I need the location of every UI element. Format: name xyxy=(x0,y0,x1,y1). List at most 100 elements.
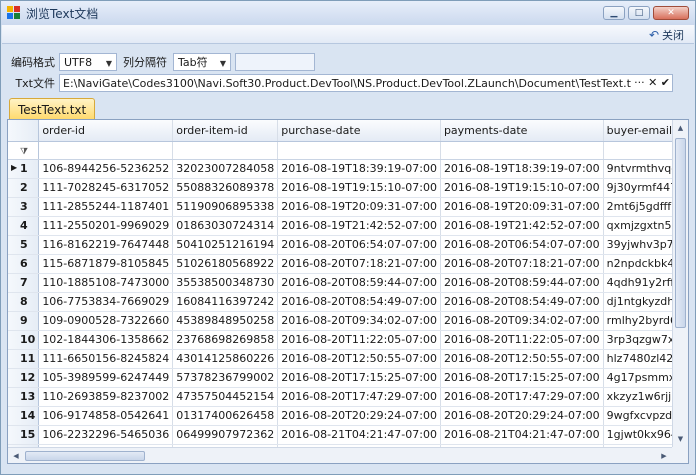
purchase-date-cell[interactable]: 2016-08-20T08:54:49-07:00 xyxy=(277,292,441,312)
table-row[interactable]: 5 116-8162219-7647448 50410251216194 2016-0… xyxy=(8,235,672,255)
order-id-cell[interactable]: 111-6650156-8245824 xyxy=(38,349,174,369)
file-path-buttons[interactable]: ··· ✕ ✔ xyxy=(631,76,670,89)
table-row[interactable]: 4 111-2550201-9969029 01863030724314 2016-0… xyxy=(8,216,672,236)
payments-date-cell[interactable]: 2016-08-19T20:09:31-07:00 xyxy=(440,197,604,217)
row-indicator[interactable]: 3 xyxy=(8,197,40,217)
buyer-email-cell[interactable]: qxmjzgxtn5xf62n@marketplace.a xyxy=(603,216,672,236)
scroll-up-icon[interactable]: ▲ xyxy=(673,120,688,136)
filter-cell[interactable] xyxy=(277,141,441,160)
order-item-id-cell[interactable]: 51026180568922 xyxy=(172,254,279,274)
order-item-id-cell[interactable]: 32023007284058 xyxy=(172,159,279,179)
horizontal-scrollbar[interactable]: ◀ ▶ xyxy=(8,447,672,463)
column-header-order-id[interactable]: order-id xyxy=(38,120,174,142)
purchase-date-cell[interactable]: 2016-08-19T20:09:31-07:00 xyxy=(277,197,441,217)
row-indicator[interactable]: 9 xyxy=(8,311,40,331)
purchase-date-cell[interactable]: 2016-08-20T20:29:24-07:00 xyxy=(277,406,441,426)
row-indicator[interactable]: 13 xyxy=(8,387,40,407)
column-header-order-item-id[interactable]: order-item-id xyxy=(172,120,279,142)
column-header-buyer-email[interactable]: buyer-email xyxy=(603,120,672,142)
purchase-date-cell[interactable]: 2016-08-20T09:34:02-07:00 xyxy=(277,311,441,331)
row-indicator[interactable]: 7 xyxy=(8,273,40,293)
buyer-email-cell[interactable]: n2npdckbk400mSh@marketplace. xyxy=(603,254,672,274)
column-header-purchase-date[interactable]: purchase-date xyxy=(277,120,441,142)
payments-date-cell[interactable]: 2016-08-20T08:59:44-07:00 xyxy=(440,273,604,293)
row-indicator[interactable]: 8 xyxy=(8,292,40,312)
buyer-email-cell[interactable]: 9wgfxcvpzdb83v0@marketplace.a xyxy=(603,406,672,426)
separator-select[interactable]: Tab符 ▼ xyxy=(173,53,231,71)
title-bar[interactable]: 浏览Text文档 ▁ □ ✕ xyxy=(1,1,695,25)
order-item-id-cell[interactable]: 35538500348730 xyxy=(172,273,279,293)
order-id-cell[interactable]: 111-7028245-6317052 xyxy=(38,178,174,198)
filter-cell[interactable] xyxy=(172,141,279,160)
buyer-email-cell[interactable]: 9j30yrmf447gs0r@marketplace.a xyxy=(603,178,672,198)
payments-date-cell[interactable]: 2016-08-20T07:18:21-07:00 xyxy=(440,254,604,274)
buyer-email-cell[interactable]: xkzyz1w6rjjb5d3@marketplace.an xyxy=(603,387,672,407)
scroll-right-icon[interactable]: ▶ xyxy=(656,448,672,464)
buyer-email-cell[interactable]: hlz7480zl42kxp7@marketplace.a xyxy=(603,349,672,369)
order-id-cell[interactable]: 115-6871879-8105845 xyxy=(38,254,174,274)
minimize-button[interactable]: ▁ xyxy=(603,6,625,20)
row-indicator[interactable]: 6 xyxy=(8,254,40,274)
payments-date-cell[interactable]: 2016-08-19T18:39:19-07:00 xyxy=(440,159,604,179)
vertical-scroll-thumb[interactable] xyxy=(675,138,686,328)
payments-date-cell[interactable]: 2016-08-20T06:54:07-07:00 xyxy=(440,235,604,255)
purchase-date-cell[interactable]: 2016-08-20T11:22:05-07:00 xyxy=(277,330,441,350)
table-row[interactable]: 13 110-2693859-8237002 47357504452154 2016-… xyxy=(8,387,672,407)
buyer-email-cell[interactable]: 3rp3qzgw7x9v5dh@marketplace.a xyxy=(603,330,672,350)
row-indicator[interactable]: 12 xyxy=(8,368,40,388)
table-row[interactable]: 15 106-2232296-5465036 06499907972362 2016-… xyxy=(8,425,672,445)
payments-date-cell[interactable]: 2016-08-20T12:50:55-07:00 xyxy=(440,349,604,369)
order-item-id-cell[interactable]: 01863030724314 xyxy=(172,216,279,236)
table-row[interactable]: 8 106-7753834-7669029 16084116397242 2016-0… xyxy=(8,292,672,312)
row-indicator[interactable]: 2 xyxy=(8,178,40,198)
row-indicator[interactable]: 4 xyxy=(8,216,40,236)
order-item-id-cell[interactable]: 16084116397242 xyxy=(172,292,279,312)
table-row[interactable]: 11 111-6650156-8245824 43014125860226 2016-… xyxy=(8,349,672,369)
table-row[interactable]: 7 110-1885108-7473000 35538500348730 2016-0… xyxy=(8,273,672,293)
table-row[interactable]: 6 115-6871879-8105845 51026180568922 2016-0… xyxy=(8,254,672,274)
order-item-id-cell[interactable]: 43014125860226 xyxy=(172,349,279,369)
table-row[interactable]: 12 105-3989599-6247449 57378236799002 2016-… xyxy=(8,368,672,388)
payments-date-cell[interactable]: 2016-08-21T04:21:47-07:00 xyxy=(440,425,604,445)
payments-date-cell[interactable]: 2016-08-19T21:42:52-07:00 xyxy=(440,216,604,236)
payments-date-cell[interactable]: 2016-08-20T11:22:05-07:00 xyxy=(440,330,604,350)
order-item-id-cell[interactable]: 45389848950258 xyxy=(172,311,279,331)
encoding-select[interactable]: UTF8 ▼ xyxy=(59,53,117,71)
order-item-id-cell[interactable]: 06499907972362 xyxy=(172,425,279,445)
buyer-email-cell[interactable]: 2mt6j5gdfffn567@marketplace.a xyxy=(603,197,672,217)
table-row[interactable]: 14 106-9174858-0542641 01317400626458 2016-… xyxy=(8,406,672,426)
maximize-button[interactable]: □ xyxy=(628,6,650,20)
order-id-cell[interactable]: 111-2855244-1187401 xyxy=(38,197,174,217)
purchase-date-cell[interactable]: 2016-08-20T08:59:44-07:00 xyxy=(277,273,441,293)
table-row[interactable]: 2 111-7028245-6317052 55088326089378 2016-0… xyxy=(8,178,672,198)
payments-date-cell[interactable]: 2016-08-20T17:15:25-07:00 xyxy=(440,368,604,388)
buyer-email-cell[interactable]: 9ntvrmthvqql601@marketplace.a xyxy=(603,159,672,179)
order-item-id-cell[interactable]: 51190906895338 xyxy=(172,197,279,217)
order-item-id-cell[interactable]: 55088326089378 xyxy=(172,178,279,198)
row-indicator[interactable]: 11 xyxy=(8,349,40,369)
purchase-date-cell[interactable]: 2016-08-20T12:50:55-07:00 xyxy=(277,349,441,369)
scroll-left-icon[interactable]: ◀ xyxy=(8,448,24,464)
purchase-date-cell[interactable]: 2016-08-20T06:54:07-07:00 xyxy=(277,235,441,255)
file-path-input[interactable]: E:\NaviGate\Codes3100\Navi.Soft30.Produc… xyxy=(59,74,673,92)
order-item-id-cell[interactable]: 50410251216194 xyxy=(172,235,279,255)
payments-date-cell[interactable]: 2016-08-20T17:47:29-07:00 xyxy=(440,387,604,407)
payments-date-cell[interactable]: 2016-08-20T09:34:02-07:00 xyxy=(440,311,604,331)
horizontal-scroll-thumb[interactable] xyxy=(25,451,145,461)
purchase-date-cell[interactable]: 2016-08-21T04:21:47-07:00 xyxy=(277,425,441,445)
payments-date-cell[interactable]: 2016-08-20T08:54:49-07:00 xyxy=(440,292,604,312)
order-id-cell[interactable]: 105-3989599-6247449 xyxy=(38,368,174,388)
row-indicator[interactable]: ▶ 1 xyxy=(8,159,40,179)
data-grid[interactable]: order-id order-item-id purchase-date pay… xyxy=(8,120,672,447)
payments-date-cell[interactable]: 2016-08-19T19:15:10-07:00 xyxy=(440,178,604,198)
row-indicator[interactable]: 10 xyxy=(8,330,40,350)
order-id-cell[interactable]: 102-1844306-1358662 xyxy=(38,330,174,350)
buyer-email-cell[interactable]: rmlhy2byrd6xf19@marketplace.a xyxy=(603,311,672,331)
vertical-scrollbar[interactable]: ▲ ▼ xyxy=(672,120,688,447)
buyer-email-cell[interactable]: 39yjwhv3p7vv60n@marketplace.a xyxy=(603,235,672,255)
filter-cell[interactable] xyxy=(440,141,604,160)
close-link-button[interactable]: ↶ 关闭 xyxy=(649,27,684,43)
order-id-cell[interactable]: 110-2693859-8237002 xyxy=(38,387,174,407)
purchase-date-cell[interactable]: 2016-08-19T19:15:10-07:00 xyxy=(277,178,441,198)
order-id-cell[interactable]: 116-8162219-7647448 xyxy=(38,235,174,255)
